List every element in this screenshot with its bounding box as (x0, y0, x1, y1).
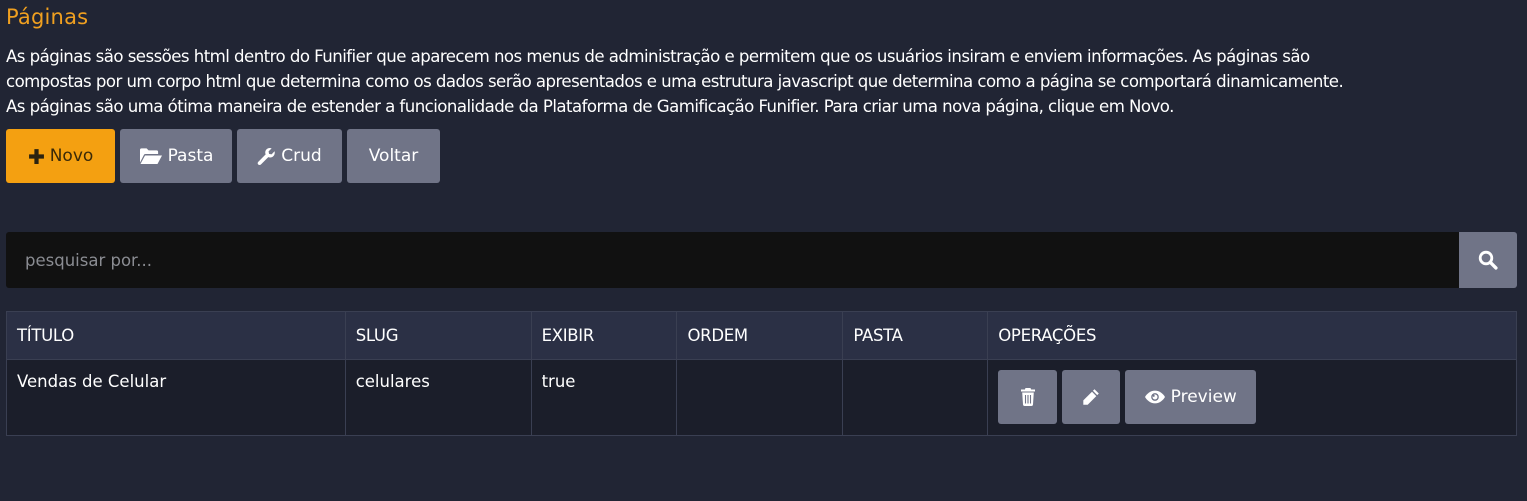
crud-button[interactable]: Crud (237, 129, 342, 183)
search-bar (6, 232, 1517, 288)
table-header-row: TÍTULO SLUG EXIBIR ORDEM PASTA OPERAÇÕES (6, 311, 1517, 360)
row-operations: Preview (998, 370, 1516, 424)
column-header-slug[interactable]: SLUG (344, 311, 532, 360)
preview-button[interactable]: Preview (1125, 370, 1257, 424)
search-input[interactable] (6, 232, 1459, 288)
folder-open-icon (139, 147, 163, 165)
edit-button[interactable] (1062, 370, 1121, 424)
column-header-operacoes: OPERAÇÕES (987, 311, 1517, 360)
pasta-button[interactable]: Pasta (120, 129, 232, 183)
pencil-icon (1082, 388, 1100, 406)
description-line: As páginas são sessões html dentro do Fu… (6, 47, 1310, 66)
description-line: As páginas são uma ótima maneira de este… (6, 97, 1174, 116)
column-header-exibir[interactable]: EXIBIR (530, 311, 678, 360)
trash-icon (1020, 388, 1036, 406)
pages-table: TÍTULO SLUG EXIBIR ORDEM PASTA OPERAÇÕES… (6, 311, 1517, 436)
table-row: Vendas de Celular celulares true Preview (6, 359, 1517, 436)
voltar-button-label: Voltar (368, 146, 419, 166)
search-icon (1478, 250, 1498, 270)
column-header-pasta[interactable]: PASTA (842, 311, 989, 360)
cell-slug: celulares (344, 359, 532, 436)
plus-icon (28, 148, 45, 165)
novo-button-label: Novo (49, 146, 94, 166)
eye-icon (1144, 390, 1165, 404)
wrench-icon (257, 147, 276, 166)
column-header-ordem[interactable]: ORDEM (676, 311, 844, 360)
cell-operacoes: Preview (987, 359, 1517, 436)
cell-pasta (842, 359, 989, 436)
description-line: compostas por um corpo html que determin… (6, 72, 1344, 91)
pasta-button-label: Pasta (167, 146, 214, 166)
cell-exibir: true (530, 359, 678, 436)
crud-button-label: Crud (281, 146, 322, 166)
novo-button[interactable]: Novo (6, 129, 115, 183)
delete-button[interactable] (998, 370, 1058, 424)
preview-button-label: Preview (1170, 387, 1237, 407)
page-title: Páginas (6, 5, 89, 29)
search-button[interactable] (1459, 232, 1517, 288)
voltar-button[interactable]: Voltar (347, 129, 440, 183)
column-header-titulo[interactable]: TÍTULO (6, 311, 346, 360)
page-description: As páginas são sessões html dentro do Fu… (6, 44, 1521, 119)
cell-titulo: Vendas de Celular (6, 359, 346, 436)
cell-ordem (676, 359, 844, 436)
